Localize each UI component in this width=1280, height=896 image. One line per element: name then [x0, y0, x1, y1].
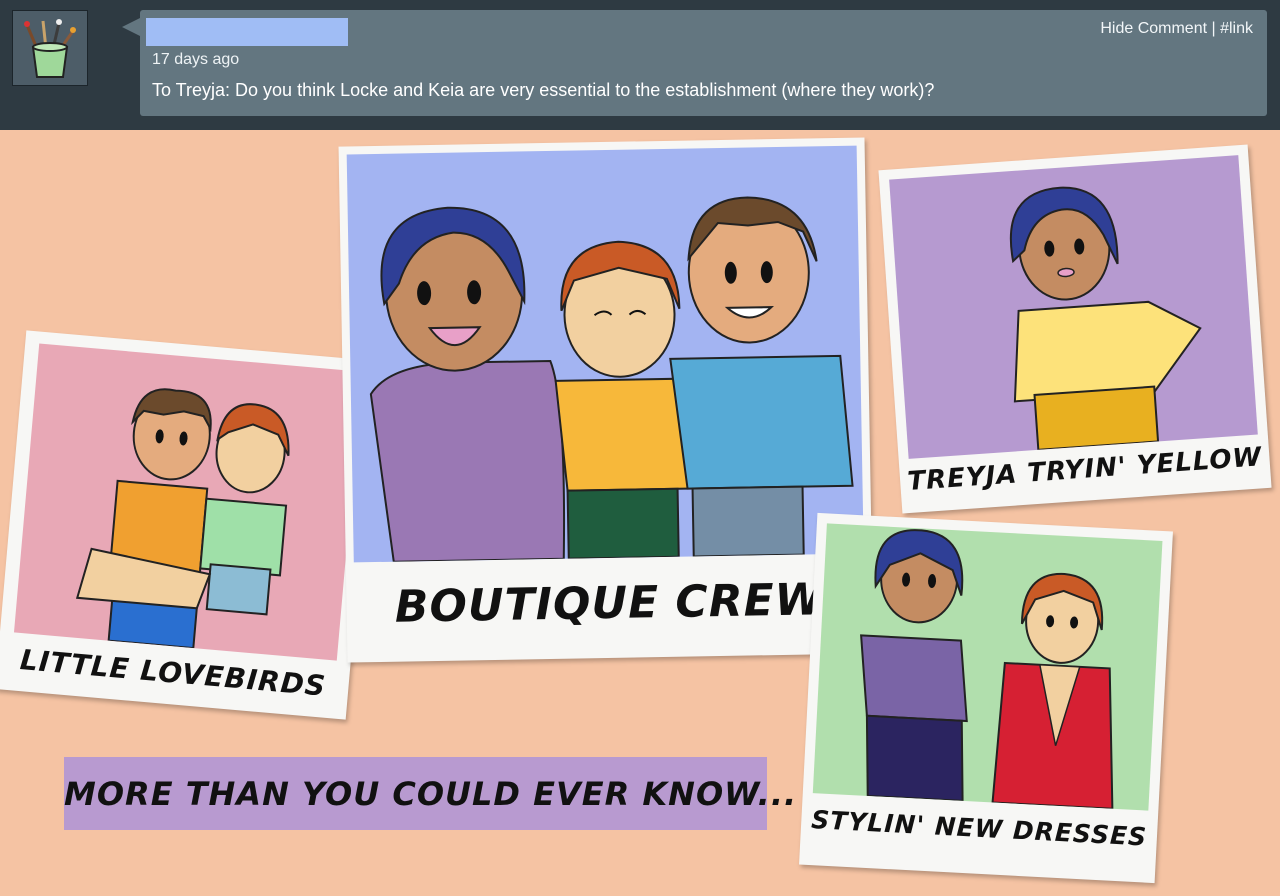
comment-header: 17 days ago To Treyja: Do you think Lock…: [0, 0, 1280, 130]
paintbrush-cup-icon: [24, 19, 76, 78]
hide-comment-link[interactable]: Hide Comment: [1100, 20, 1207, 37]
comment-bubble: 17 days ago To Treyja: Do you think Lock…: [140, 10, 1267, 116]
commenter-name-redacted[interactable]: [146, 18, 348, 46]
photo-stylin-dresses: [812, 523, 1163, 811]
separator: |: [1207, 20, 1221, 37]
avatar[interactable]: [12, 10, 88, 86]
comment-timestamp: 17 days ago: [152, 51, 240, 68]
bubble-tail: [122, 18, 140, 36]
polaroid-stylin-dresses: STYLIN' NEW DRESSES: [799, 512, 1173, 884]
banner-text: MORE THAN YOU COULD EVER KNOW...: [64, 775, 798, 813]
comment-text: To Treyja: Do you think Locke and Keia a…: [152, 80, 935, 100]
polaroid-little-lovebirds: LITTLE LOVEBIRDS: [0, 330, 378, 720]
polaroid-treyja-yellow: TREYJA TRYIN' YELLOW: [878, 144, 1272, 514]
caption-boutique-crew: BOUTIQUE CREW: [394, 574, 825, 633]
polaroid-boutique-crew: BOUTIQUE CREW: [338, 137, 874, 663]
answer-banner: MORE THAN YOU COULD EVER KNOW...: [64, 757, 798, 830]
comment-actions: Hide Comment | #link: [1100, 20, 1253, 38]
photo-boutique-crew: [346, 145, 864, 563]
photo-treyja-yellow: [889, 155, 1258, 459]
caption-stylin-dresses: STYLIN' NEW DRESSES: [810, 805, 1148, 852]
photo-little-lovebirds: [13, 343, 363, 661]
permalink[interactable]: #link: [1220, 20, 1253, 37]
